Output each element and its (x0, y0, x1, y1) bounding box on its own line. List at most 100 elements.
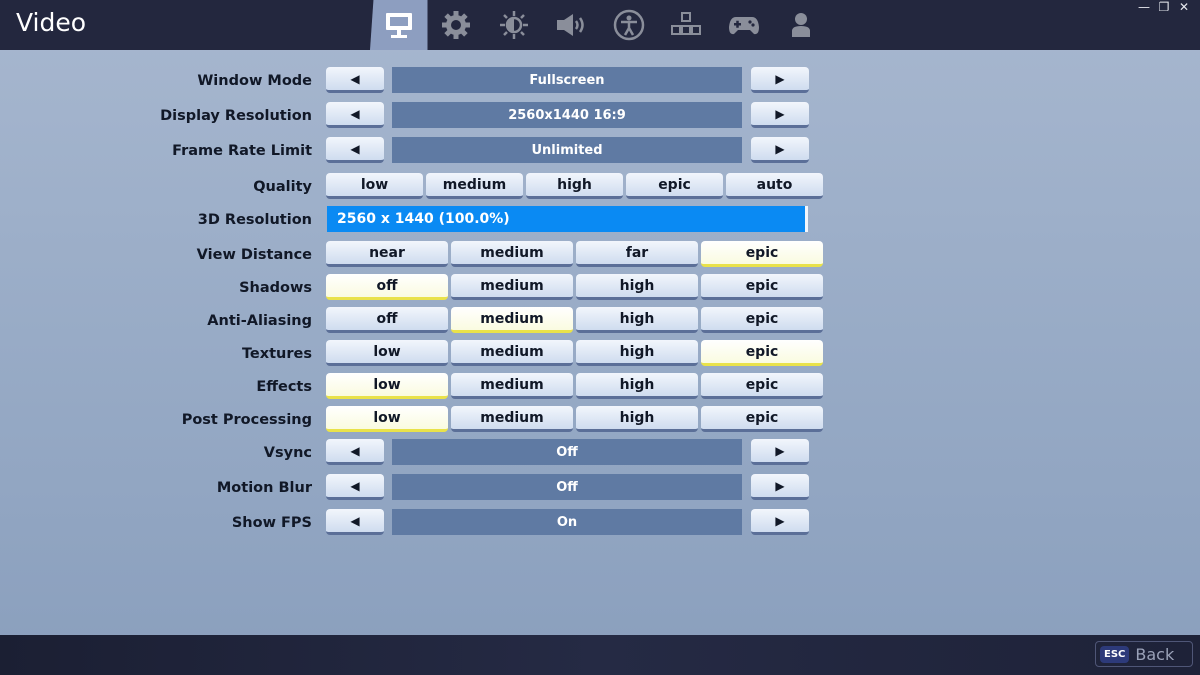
anti-aliasing-option[interactable]: medium (451, 307, 573, 333)
setting-frame-rate-limit: Frame Rate Limit ◀ Unlimited ▶ (0, 137, 1200, 165)
tab-game[interactable] (428, 0, 486, 50)
brightness-icon (499, 11, 528, 39)
setting-3d-resolution: 3D Resolution 2560 x 1440 (100.0%) (0, 206, 1200, 234)
shadows-option[interactable]: medium (451, 274, 573, 300)
page-title: Video (16, 8, 87, 37)
setting-window-mode: Window Mode ◀ Fullscreen ▶ (0, 67, 1200, 95)
effects-option[interactable]: medium (451, 373, 573, 399)
textures-option[interactable]: high (576, 340, 698, 366)
person-icon (792, 13, 811, 37)
setting-view-distance: View Distance near medium far epic (0, 241, 1200, 269)
gear-icon (442, 11, 471, 39)
minimize-icon[interactable]: — (1136, 0, 1152, 14)
esc-key-badge: ESC (1100, 645, 1130, 663)
effects-option[interactable]: high (576, 373, 698, 399)
restore-icon[interactable]: ❐ (1156, 0, 1172, 14)
next-button[interactable]: ▶ (751, 474, 809, 500)
prev-button[interactable]: ◀ (326, 67, 384, 93)
setting-label: Effects (256, 379, 312, 395)
3d-resolution-slider[interactable]: 2560 x 1440 (100.0%) (327, 206, 805, 232)
quality-option[interactable]: low (326, 173, 423, 199)
setting-display-resolution: Display Resolution ◀ 2560x1440 16:9 ▶ (0, 102, 1200, 130)
view-distance-option[interactable]: medium (451, 241, 573, 267)
monitor-icon (385, 13, 412, 38)
tab-account[interactable] (773, 0, 831, 50)
tab-input[interactable] (658, 0, 716, 50)
view-distance-option[interactable]: far (576, 241, 698, 267)
settings-tabs (370, 0, 830, 50)
back-button[interactable]: ESC Back (1095, 641, 1193, 667)
tab-controller[interactable] (715, 0, 773, 50)
close-icon[interactable]: ✕ (1176, 0, 1192, 14)
setting-label: Quality (253, 179, 312, 195)
textures-option[interactable]: low (326, 340, 448, 366)
setting-value: 2560x1440 16:9 (392, 102, 742, 128)
view-distance-option[interactable]: near (326, 241, 448, 267)
prev-button[interactable]: ◀ (326, 137, 384, 163)
setting-value: Unlimited (392, 137, 742, 163)
quality-option[interactable]: medium (426, 173, 523, 199)
next-button[interactable]: ▶ (751, 509, 809, 535)
quality-option[interactable]: high (526, 173, 623, 199)
next-button[interactable]: ▶ (751, 102, 809, 128)
view-distance-option[interactable]: epic (701, 241, 823, 267)
post-processing-option[interactable]: high (576, 406, 698, 432)
setting-vsync: Vsync ◀ Off ▶ (0, 439, 1200, 467)
slider-handle[interactable] (805, 206, 808, 232)
effects-option[interactable]: low (326, 373, 448, 399)
anti-aliasing-option[interactable]: high (576, 307, 698, 333)
next-button[interactable]: ▶ (751, 439, 809, 465)
speaker-icon (557, 14, 584, 36)
setting-label: Show FPS (231, 515, 312, 531)
setting-show-fps: Show FPS ◀ On ▶ (0, 509, 1200, 537)
keyboard-arrows-icon (671, 12, 702, 35)
effects-option[interactable]: epic (701, 373, 823, 399)
prev-button[interactable]: ◀ (326, 474, 384, 500)
3d-resolution-value: 2560 x 1440 (100.0%) (337, 211, 510, 227)
tab-accessibility[interactable] (600, 0, 658, 50)
prev-button[interactable]: ◀ (326, 439, 384, 465)
setting-label: Window Mode (197, 73, 312, 89)
shadows-option[interactable]: high (576, 274, 698, 300)
setting-label: View Distance (196, 247, 312, 263)
shadows-option[interactable]: epic (701, 274, 823, 300)
setting-label: Motion Blur (216, 480, 312, 496)
tab-brightness[interactable] (485, 0, 543, 50)
setting-label: Frame Rate Limit (172, 143, 312, 159)
setting-label: Post Processing (181, 412, 312, 428)
setting-value: Fullscreen (392, 67, 742, 93)
quality-option[interactable]: epic (626, 173, 723, 199)
quality-option[interactable]: auto (726, 173, 823, 199)
post-processing-option[interactable]: low (326, 406, 448, 432)
textures-option[interactable]: epic (701, 340, 823, 366)
shadows-option[interactable]: off (326, 274, 448, 300)
back-label: Back (1135, 644, 1175, 664)
setting-value: Off (392, 474, 742, 500)
setting-label: 3D Resolution (197, 212, 312, 228)
next-button[interactable]: ▶ (751, 137, 809, 163)
setting-label: Vsync (263, 445, 312, 461)
setting-label: Textures (241, 346, 312, 362)
setting-value: Off (392, 439, 742, 465)
textures-option[interactable]: medium (451, 340, 573, 366)
window-controls: — ❐ ✕ (1136, 0, 1192, 14)
accessibility-icon (613, 9, 644, 41)
setting-value: On (392, 509, 742, 535)
post-processing-option[interactable]: medium (451, 406, 573, 432)
setting-shadows: Shadows off medium high epic (0, 274, 1200, 302)
next-button[interactable]: ▶ (751, 67, 809, 93)
tab-video[interactable] (370, 0, 428, 50)
post-processing-option[interactable]: epic (701, 406, 823, 432)
anti-aliasing-option[interactable]: epic (701, 307, 823, 333)
anti-aliasing-option[interactable]: off (326, 307, 448, 333)
setting-anti-aliasing: Anti-Aliasing off medium high epic (0, 307, 1200, 335)
prev-button[interactable]: ◀ (326, 102, 384, 128)
setting-effects: Effects low medium high epic (0, 373, 1200, 401)
setting-motion-blur: Motion Blur ◀ Off ▶ (0, 474, 1200, 502)
setting-post-processing: Post Processing low medium high epic (0, 406, 1200, 434)
prev-button[interactable]: ◀ (326, 509, 384, 535)
gamepad-icon (728, 17, 759, 35)
tab-audio[interactable] (543, 0, 601, 50)
setting-label: Anti-Aliasing (207, 313, 312, 329)
setting-label: Display Resolution (160, 108, 312, 124)
